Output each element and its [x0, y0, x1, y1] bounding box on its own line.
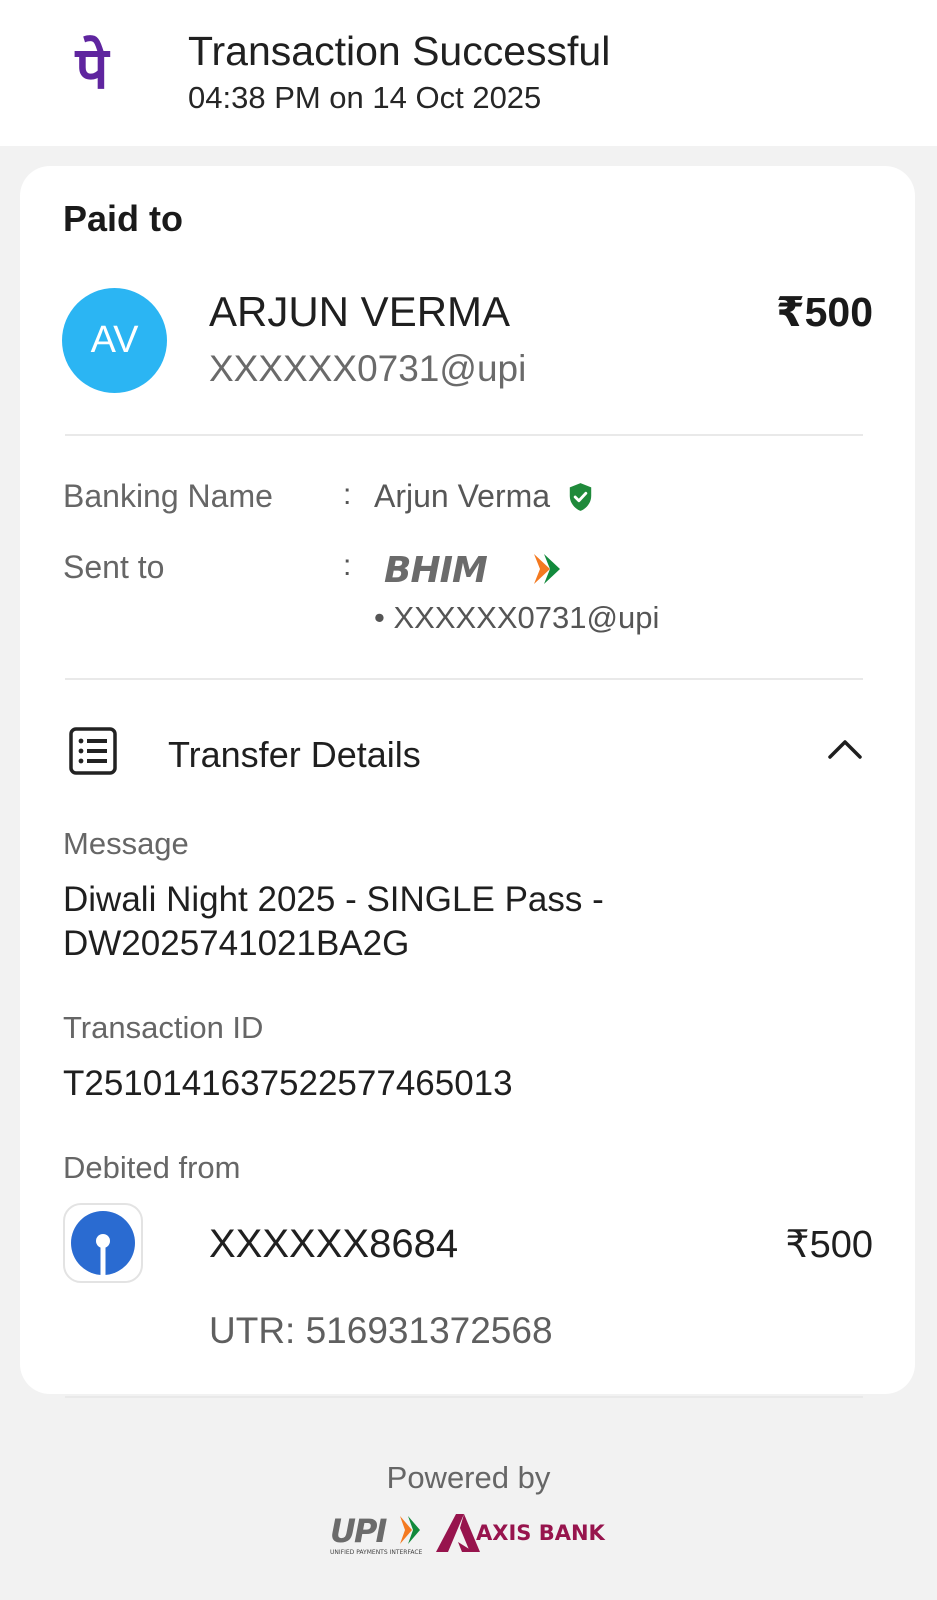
- sbi-bank-logo: [63, 1203, 143, 1283]
- transaction-id-value[interactable]: T2510141637522577465013: [63, 1062, 513, 1106]
- paid-to-label: Paid to: [63, 198, 184, 239]
- page-title: Transaction Successful: [188, 28, 611, 74]
- banking-name-label: Banking Name: [63, 478, 273, 514]
- colon-separator: :: [343, 549, 352, 582]
- svg-text:UNIFIED PAYMENTS INTERFACE: UNIFIED PAYMENTS INTERFACE: [330, 1549, 423, 1556]
- svg-text:BHIM: BHIM: [384, 550, 488, 588]
- debited-amount: ₹500: [785, 1224, 873, 1266]
- transfer-details-title[interactable]: Transfer Details: [168, 734, 421, 776]
- debit-account-number: XXXXXX8684: [209, 1222, 459, 1266]
- svg-text:पे: पे: [75, 34, 111, 102]
- payee-upi-id: XXXXXX0731@upi: [209, 348, 527, 389]
- sent-to-upi-id: • XXXXXX0731@upi: [374, 600, 660, 635]
- transaction-id-label: Transaction ID: [63, 1010, 264, 1045]
- debited-from-label: Debited from: [63, 1150, 241, 1185]
- upi-logo-icon: UPI UNIFIED PAYMENTS INTERFACE: [330, 1512, 423, 1556]
- sbi-logo-icon: [71, 1211, 135, 1275]
- sent-to-label: Sent to: [63, 549, 165, 585]
- svg-text:AXIS BANK: AXIS BANK: [476, 1521, 606, 1545]
- chevron-up-icon[interactable]: [826, 737, 864, 761]
- divider: [65, 1396, 863, 1398]
- payment-amount: ₹500: [776, 289, 873, 335]
- message-label: Message: [63, 826, 189, 861]
- phonepe-logo-icon: पे: [75, 34, 111, 102]
- svg-text:UPI: UPI: [330, 1512, 387, 1550]
- colon-separator: :: [343, 478, 352, 511]
- divider: [65, 678, 863, 680]
- transaction-datetime: 04:38 PM on 14 Oct 2025: [188, 80, 542, 115]
- banking-name-value: Arjun Verma: [374, 478, 551, 514]
- axis-bank-logo-icon: AXIS BANK: [436, 1514, 606, 1552]
- shield-check-icon: [569, 483, 592, 511]
- message-line-1: Diwali Night 2025 - SINGLE Pass -: [63, 880, 604, 919]
- avatar-initials: AV: [90, 319, 139, 361]
- powered-by-label: Powered by: [386, 1460, 551, 1495]
- receipt-list-icon: [69, 727, 117, 775]
- divider: [65, 434, 863, 436]
- avatar: AV: [62, 288, 167, 393]
- header-bar: पे Transaction Successful 04:38 PM on 14…: [0, 0, 937, 146]
- message-line-2: DW2025741021BA2G: [63, 924, 410, 963]
- utr-number[interactable]: UTR: 516931372568: [209, 1310, 553, 1352]
- bhim-logo-icon: BHIM: [384, 550, 560, 588]
- payee-name: ARJUN VERMA: [209, 288, 511, 335]
